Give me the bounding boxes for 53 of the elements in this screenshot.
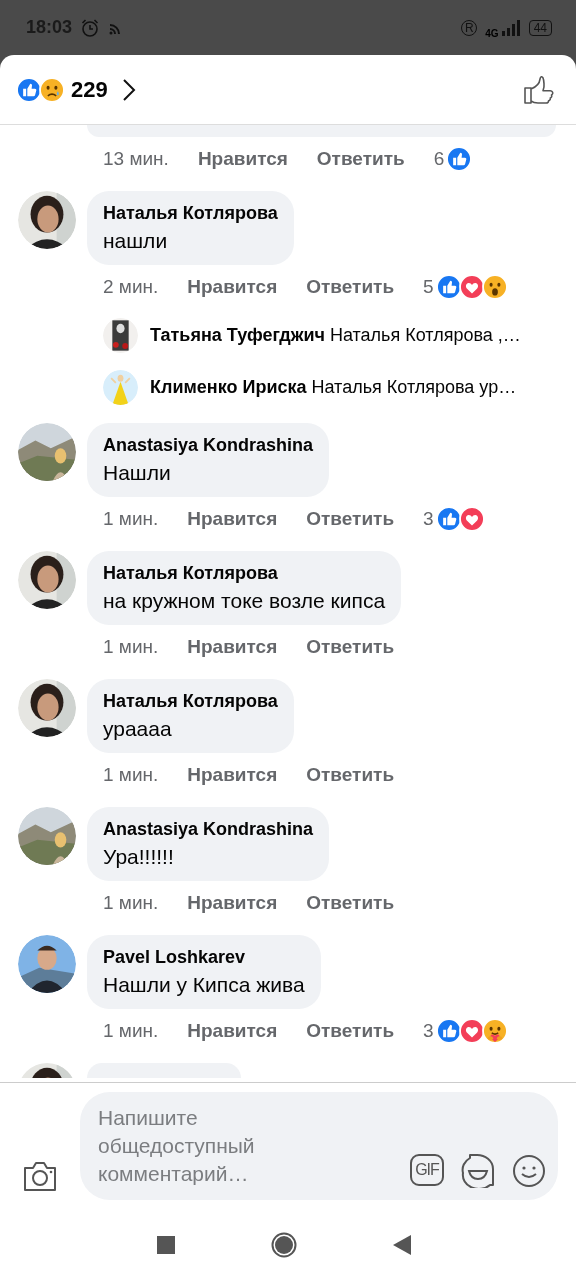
reply-link[interactable]: Ответить — [316, 148, 405, 170]
like-link[interactable]: Нравится — [197, 148, 288, 170]
back-icon[interactable] — [393, 1235, 411, 1255]
signal-icon — [500, 19, 521, 36]
reply-link[interactable]: Ответить — [306, 636, 395, 658]
reaction-count: 5 — [423, 276, 434, 298]
comment-text: Ура!!!!!! — [103, 844, 175, 870]
like-link[interactable]: Нравится — [187, 276, 278, 298]
reply-link[interactable]: Ответить — [306, 892, 395, 914]
comment-field[interactable]: Напишите общедоступный комментарий… GIF — [80, 1092, 558, 1200]
chevron-right-icon[interactable] — [121, 77, 136, 102]
thumbs-up-icon[interactable] — [522, 73, 554, 106]
comment-time: 1 мин. — [103, 636, 159, 658]
comment-time: 1 мин. — [103, 892, 159, 914]
network-type: 4G — [485, 28, 499, 39]
author-name[interactable]: Наталья Котлярова — [103, 688, 278, 714]
like-link[interactable]: Нравится — [187, 892, 278, 914]
reaction-count: 3 — [423, 508, 434, 530]
reply-link[interactable]: Ответить — [306, 1020, 395, 1042]
reply-link[interactable]: Ответить — [306, 764, 395, 786]
battery-level: 44 — [528, 19, 552, 36]
emoji-icon[interactable] — [512, 1154, 546, 1188]
reactions-summary[interactable]: 229 — [16, 76, 108, 103]
author-name[interactable]: Anastasiya Kondrashina — [103, 816, 314, 842]
alarm-clock-icon — [80, 17, 101, 38]
comment-text: на кружном токе возле кипса — [103, 588, 386, 614]
reaction-count: 3 — [423, 1020, 434, 1042]
comment-text: нашли — [103, 228, 169, 254]
reply-link[interactable]: Ответить — [306, 276, 395, 298]
like-link[interactable]: Нравится — [187, 1020, 278, 1042]
home-icon[interactable] — [271, 1232, 297, 1258]
gif-button[interactable]: GIF — [410, 1154, 444, 1186]
like-link[interactable]: Нравится — [187, 508, 278, 530]
comment-time: 2 мин. — [103, 276, 159, 298]
reply-preview[interactable]: Татьяна Туфегджич Наталья Котлярова ,… — [150, 324, 521, 346]
comment-time: 1 мин. — [103, 764, 159, 786]
like-link[interactable]: Нравится — [187, 636, 278, 658]
comment-time: 1 мин. — [103, 1020, 159, 1042]
author-name[interactable]: Pavel Loshkarev — [103, 944, 305, 970]
comment-text: ураааа — [103, 716, 173, 742]
reaction-count: 6 — [433, 148, 445, 170]
comment-text: Нашли — [103, 460, 172, 486]
author-name[interactable]: Anastasiya Kondrashina — [103, 432, 314, 458]
reply-link[interactable]: Ответить — [306, 508, 395, 530]
comment-time: 1 мин. — [103, 508, 159, 530]
comment-text: Нашли у Кипса жива — [103, 972, 305, 998]
camera-icon[interactable] — [22, 1160, 58, 1192]
sticker-icon[interactable] — [460, 1152, 496, 1188]
author-name[interactable]: Наталья Котлярова — [103, 200, 278, 226]
comment-time: 13 мин. — [103, 148, 169, 170]
author-name[interactable]: Наталья Котлярова — [103, 560, 386, 586]
reply-preview[interactable]: Клименко Ириска Наталья Котлярова ур… — [150, 376, 517, 398]
like-link[interactable]: Нравится — [187, 764, 278, 786]
